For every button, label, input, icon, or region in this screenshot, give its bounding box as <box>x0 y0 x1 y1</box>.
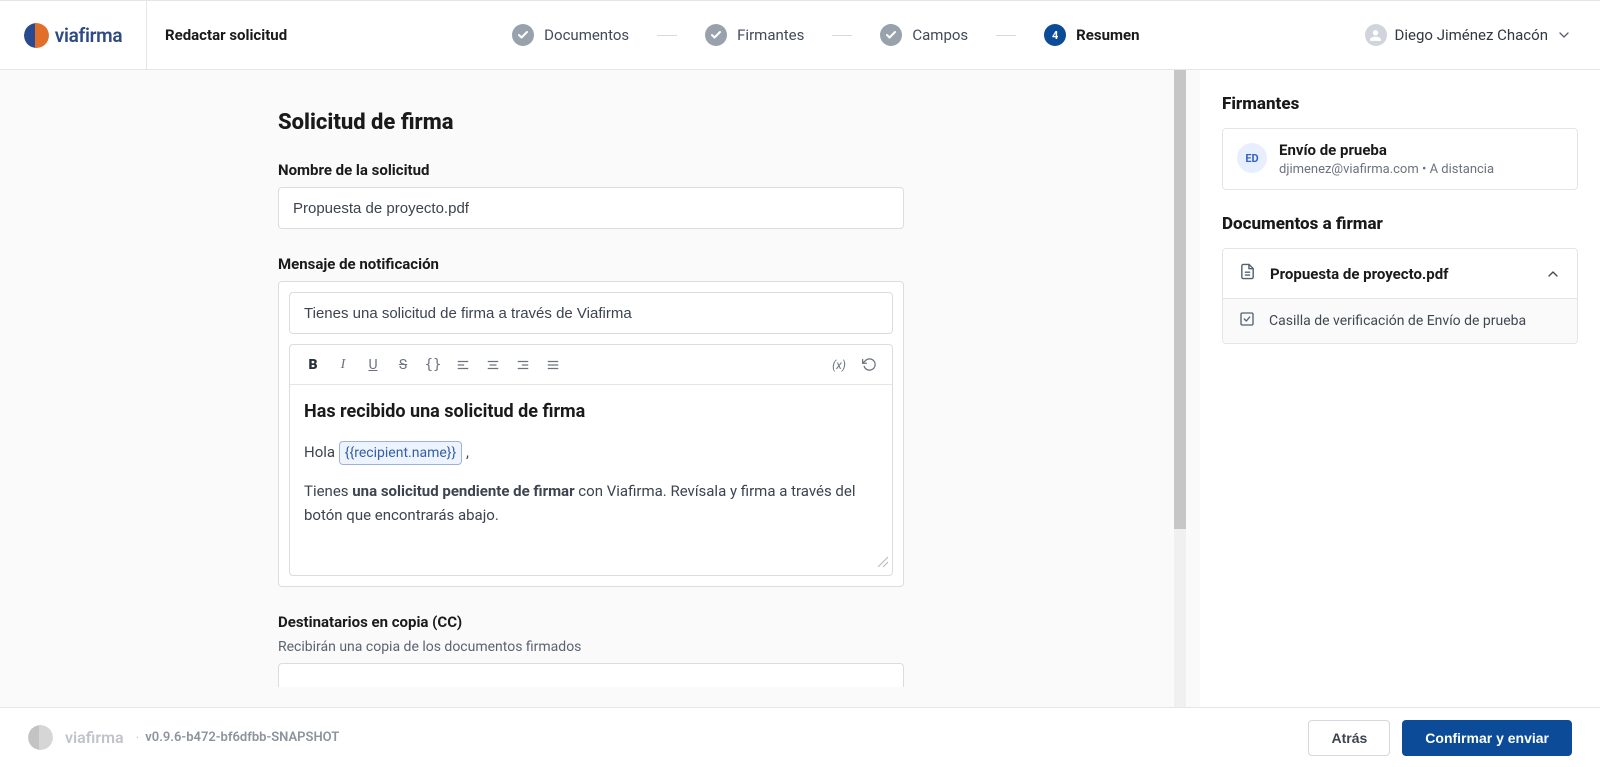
chevron-up-icon <box>1545 266 1561 282</box>
document-field-row[interactable]: Casilla de verificación de Envío de prue… <box>1223 298 1577 343</box>
page-title: Redactar solicitud <box>147 26 287 44</box>
step-separator <box>832 35 852 36</box>
align-right-button[interactable] <box>508 350 538 380</box>
avatar-icon <box>1365 24 1387 46</box>
app-footer: viafirma · v0.9.6-b472-bf6dfbb-SNAPSHOT … <box>0 707 1600 767</box>
email-paragraph: Tienes una solicitud pendiente de firmar… <box>304 479 878 527</box>
align-center-button[interactable] <box>478 350 508 380</box>
name-label: Nombre de la solicitud <box>278 161 904 179</box>
undo-button[interactable] <box>854 350 884 380</box>
signers-title: Firmantes <box>1222 94 1578 114</box>
editor-body[interactable]: Has recibido una solicitud de firma Hola… <box>290 385 892 575</box>
email-heading: Has recibido una solicitud de firma <box>304 401 878 422</box>
message-label: Mensaje de notificación <box>278 255 904 273</box>
strikethrough-button[interactable]: S <box>388 350 418 380</box>
step-number-badge: 4 <box>1044 24 1066 46</box>
scrollbar[interactable] <box>1174 70 1186 707</box>
main-scroll[interactable]: Solicitud de firma Nombre de la solicitu… <box>0 70 1200 707</box>
documents-title: Documentos a firmar <box>1222 214 1578 234</box>
underline-button[interactable]: U <box>358 350 388 380</box>
document-name: Propuesta de proyecto.pdf <box>1270 265 1531 283</box>
cc-sublabel: Recibirán una copia de los documentos fi… <box>278 639 904 655</box>
footer-logo: viafirma <box>28 725 124 750</box>
signer-meta: djimenez@viafirma.com • A distancia <box>1279 162 1563 177</box>
form-title: Solicitud de firma <box>278 110 904 135</box>
align-justify-button[interactable] <box>538 350 568 380</box>
align-left-button[interactable] <box>448 350 478 380</box>
signer-initials-badge: ED <box>1237 143 1267 173</box>
cc-input[interactable] <box>278 663 904 687</box>
version-label: v0.9.6-b472-bf6dfbb-SNAPSHOT <box>145 730 339 745</box>
brand-name: viafirma <box>55 24 123 47</box>
step-campos[interactable]: Campos <box>880 24 968 46</box>
email-greeting: Hola {{recipient.name}} , <box>304 440 878 465</box>
stepper: Documentos Firmantes Campos 4 Resumen <box>287 24 1364 46</box>
user-name: Diego Jiménez Chacón <box>1395 26 1548 44</box>
field-label: Casilla de verificación de Envío de prue… <box>1269 313 1526 329</box>
check-icon <box>512 24 534 46</box>
insert-variable-button[interactable]: (x) <box>824 350 854 380</box>
user-menu[interactable]: Diego Jiménez Chacón <box>1365 24 1600 46</box>
step-resumen[interactable]: 4 Resumen <box>1044 24 1139 46</box>
confirm-button[interactable]: Confirmar y enviar <box>1402 720 1572 756</box>
logo-icon <box>24 23 49 48</box>
editor-toolbar: B I U S {} <box>290 345 892 385</box>
rich-text-editor: B I U S {} <box>289 344 893 576</box>
step-separator <box>657 35 677 36</box>
chevron-down-icon <box>1556 27 1572 43</box>
check-icon <box>880 24 902 46</box>
logo-icon <box>28 725 53 750</box>
document-icon <box>1239 263 1256 284</box>
checkbox-field-icon <box>1239 311 1255 331</box>
step-documentos[interactable]: Documentos <box>512 24 629 46</box>
check-icon <box>705 24 727 46</box>
logo-zone[interactable]: viafirma <box>0 1 147 69</box>
request-name-input[interactable] <box>278 187 904 229</box>
variable-chip[interactable]: {{recipient.name}} <box>339 441 462 465</box>
code-button[interactable]: {} <box>418 350 448 380</box>
resize-handle-icon <box>876 555 888 571</box>
bold-button[interactable]: B <box>298 350 328 380</box>
back-button[interactable]: Atrás <box>1308 720 1390 756</box>
subject-input[interactable] <box>289 292 893 334</box>
signer-card[interactable]: ED Envío de prueba djimenez@viafirma.com… <box>1222 128 1578 190</box>
step-firmantes[interactable]: Firmantes <box>705 24 804 46</box>
italic-button[interactable]: I <box>328 350 358 380</box>
document-card: Propuesta de proyecto.pdf Casilla de ver… <box>1222 248 1578 344</box>
sidebar: Firmantes ED Envío de prueba djimenez@vi… <box>1200 70 1600 707</box>
step-separator <box>996 35 1016 36</box>
app-header: viafirma Redactar solicitud Documentos F… <box>0 0 1600 70</box>
cc-label: Destinatarios en copia (CC) <box>278 613 904 631</box>
document-header[interactable]: Propuesta de proyecto.pdf <box>1223 249 1577 298</box>
signer-name: Envío de prueba <box>1279 141 1563 159</box>
